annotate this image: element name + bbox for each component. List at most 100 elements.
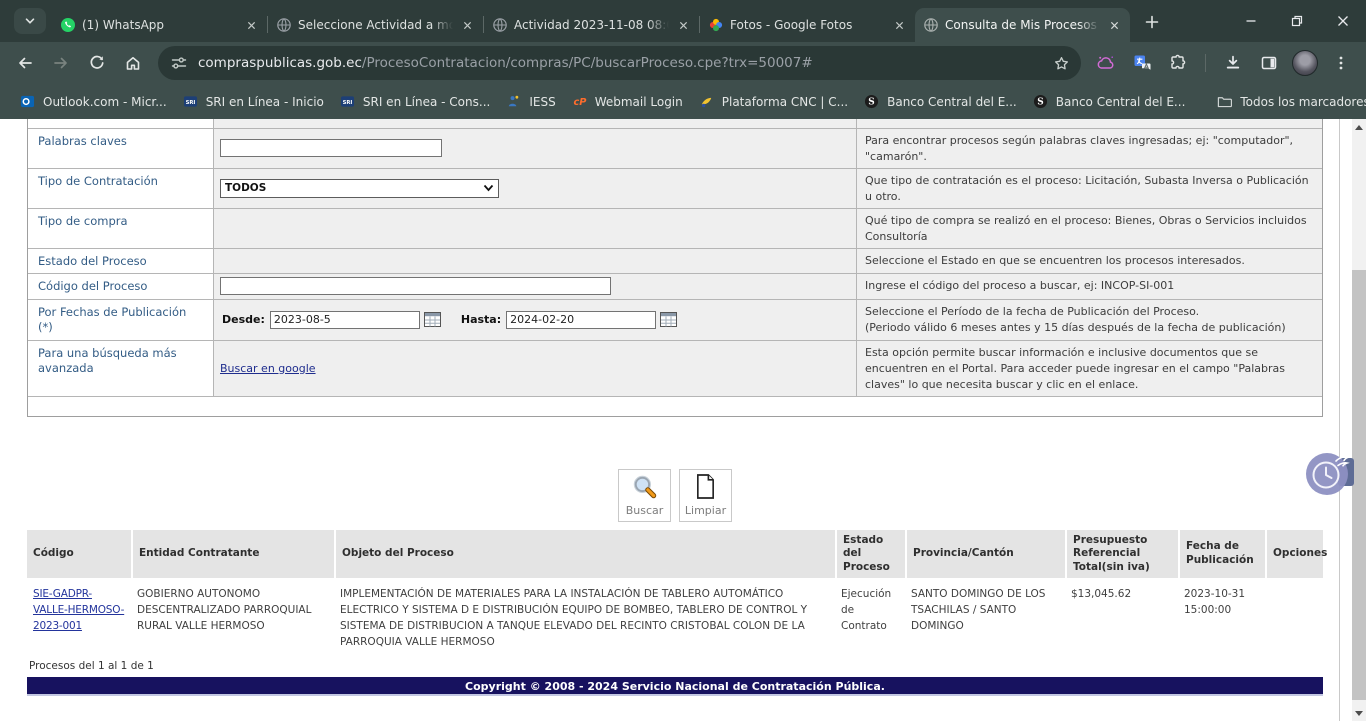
tab-title: Actividad 2023-11-08 08:00: xyxy=(514,18,669,32)
bookmark-outlook[interactable]: Outlook.com - Micr... xyxy=(12,91,175,113)
close-icon xyxy=(1337,15,1349,27)
puzzle-icon xyxy=(1169,54,1187,72)
form-row-codigo-proceso: Código del Proceso Ingrese el código del… xyxy=(28,274,1322,300)
tab-consulta-procesos-active[interactable]: Consulta de Mis Procesos xyxy=(915,8,1130,42)
tab-close-icon[interactable] xyxy=(459,17,475,33)
cell-entidad: GOBIERNO AUTONOMO DESCENTRALIZADO PARROQ… xyxy=(131,580,334,655)
calendar-icon[interactable] xyxy=(660,312,677,327)
field-help: Que tipo de contratación es el proceso: … xyxy=(857,169,1322,208)
forward-button[interactable] xyxy=(44,46,78,80)
bookmark-star-button[interactable] xyxy=(1047,49,1075,77)
limpiar-button[interactable]: Limpiar xyxy=(679,469,732,522)
folder-icon xyxy=(1217,94,1233,110)
minimize-button[interactable] xyxy=(1228,0,1274,42)
home-button[interactable] xyxy=(116,46,150,80)
fecha-hasta-input[interactable] xyxy=(506,311,656,329)
buscar-label: Buscar xyxy=(626,504,664,517)
back-arrow-icon xyxy=(16,54,34,72)
extension-cloud-button[interactable] xyxy=(1089,46,1123,80)
tab-group-chevron-button[interactable] xyxy=(14,8,46,34)
col-presupuesto: Presupuesto Referencial Total(sin iva) xyxy=(1065,530,1178,581)
magnifier-icon xyxy=(631,473,658,503)
calendar-icon[interactable] xyxy=(424,312,441,327)
side-panel-button[interactable] xyxy=(1252,46,1286,80)
all-bookmarks-button[interactable]: Todos los marcadores xyxy=(1209,91,1366,113)
address-bar[interactable]: compraspublicas.gob.ec/ProcesoContrataci… xyxy=(158,46,1081,80)
svg-text:SRI: SRI xyxy=(342,99,352,105)
sri-icon: SRI xyxy=(340,94,356,110)
bookmarks-bar: Outlook.com - Micr... SRISRI en Línea - … xyxy=(0,84,1366,119)
translate-button[interactable] xyxy=(1125,46,1159,80)
back-button[interactable] xyxy=(8,46,42,80)
bookmark-sri-inicio[interactable]: SRISRI en Línea - Inicio xyxy=(175,91,332,113)
site-settings-icon[interactable] xyxy=(170,54,188,72)
side-panel-icon xyxy=(1260,54,1278,72)
tab-close-icon[interactable] xyxy=(1106,17,1122,33)
tab-title: (1) WhatsApp xyxy=(82,18,237,32)
select-value: TODOS xyxy=(225,182,266,194)
fecha-desde-input[interactable] xyxy=(270,311,420,329)
tab-google-fotos[interactable]: Fotos - Google Fotos xyxy=(700,8,915,42)
page-scrollbar[interactable] xyxy=(1352,119,1366,721)
sri-icon: SRI xyxy=(183,94,199,110)
new-tab-button[interactable] xyxy=(1138,8,1166,36)
form-row-tipo-compra: Tipo de compra Qué tipo de compra se rea… xyxy=(28,209,1322,249)
google-photos-icon xyxy=(708,17,724,33)
form-row-palabras-claves: Palabras claves Para encontrar procesos … xyxy=(28,129,1322,169)
tab-actividad[interactable]: Actividad 2023-11-08 08:00: xyxy=(484,8,699,42)
tab-close-icon[interactable] xyxy=(243,17,259,33)
floating-clock-widget[interactable] xyxy=(1302,448,1356,500)
banco-central-icon: S xyxy=(864,94,880,110)
bookmark-label: Banco Central del E... xyxy=(887,95,1017,109)
palabras-claves-input[interactable] xyxy=(220,139,442,157)
home-icon xyxy=(124,54,142,72)
tab-seleccione-actividad[interactable]: Seleccione Actividad a modi xyxy=(268,8,483,42)
field-label: Palabras claves xyxy=(28,129,214,168)
close-window-button[interactable] xyxy=(1320,0,1366,42)
bookmark-webmail[interactable]: cPWebmail Login xyxy=(564,91,691,113)
tipo-contratacion-select[interactable]: TODOS xyxy=(220,179,499,198)
field-help: Esta opción permite buscar información e… xyxy=(857,341,1322,396)
bookmark-iess[interactable]: IESS xyxy=(498,91,563,113)
form-actions: Buscar Limpiar xyxy=(27,469,1323,522)
bookmark-bce-1[interactable]: S Banco Central del E... xyxy=(856,91,1025,113)
tab-whatsapp[interactable]: (1) WhatsApp xyxy=(52,8,267,42)
col-opciones: Opciones xyxy=(1265,530,1323,581)
star-icon xyxy=(1053,55,1070,72)
field-help: Ingrese el código del proceso a buscar, … xyxy=(857,274,1322,299)
codigo-proceso-input[interactable] xyxy=(220,277,611,295)
menu-button[interactable] xyxy=(1324,46,1358,80)
scroll-down-button[interactable] xyxy=(1352,705,1366,721)
iess-icon xyxy=(506,94,522,110)
kebab-menu-icon xyxy=(1333,55,1349,71)
bookmark-sri-consultas[interactable]: SRISRI en Línea - Cons... xyxy=(332,91,498,113)
buscar-button[interactable]: Buscar xyxy=(618,469,671,522)
tab-close-icon[interactable] xyxy=(675,17,691,33)
bookmark-cnc[interactable]: Plataforma CNC | C... xyxy=(691,91,856,113)
blank-document-icon xyxy=(694,473,717,503)
reload-button[interactable] xyxy=(80,46,114,80)
tab-close-icon[interactable] xyxy=(891,17,907,33)
col-entidad: Entidad Contratante xyxy=(131,530,334,581)
desde-label: Desde: xyxy=(222,313,265,326)
chevron-down-icon xyxy=(483,184,494,192)
svg-text:S: S xyxy=(868,97,874,107)
cell-estado: Ejecución de Contrato xyxy=(835,580,905,655)
outlook-icon xyxy=(20,94,36,110)
cell-objeto: IMPLEMENTACIÓN DE MATERIALES PARA LA INS… xyxy=(334,580,835,655)
extensions-button[interactable] xyxy=(1161,46,1195,80)
field-label: Tipo de compra xyxy=(28,209,214,248)
buscar-en-google-link[interactable]: Buscar en google xyxy=(220,362,316,375)
browser-window: (1) WhatsApp Seleccione Actividad a modi… xyxy=(0,0,1366,721)
bookmark-bce-2[interactable]: SBanco Central del E... xyxy=(1025,91,1194,113)
col-estado: Estado del Proceso xyxy=(835,530,905,581)
copyright-footer: Copyright © 2008 - 2024 Servicio Naciona… xyxy=(27,677,1323,696)
svg-text:cP: cP xyxy=(573,97,587,108)
restore-button[interactable] xyxy=(1274,0,1320,42)
scroll-up-button[interactable] xyxy=(1352,119,1366,135)
whatsapp-icon xyxy=(60,17,76,33)
profile-button[interactable] xyxy=(1288,46,1322,80)
process-code-link[interactable]: SIE-GADPR-VALLE-HERMOSO-2023-001 xyxy=(33,588,124,632)
url-domain: compraspublicas.gob.ec xyxy=(198,55,362,71)
downloads-button[interactable] xyxy=(1216,46,1250,80)
